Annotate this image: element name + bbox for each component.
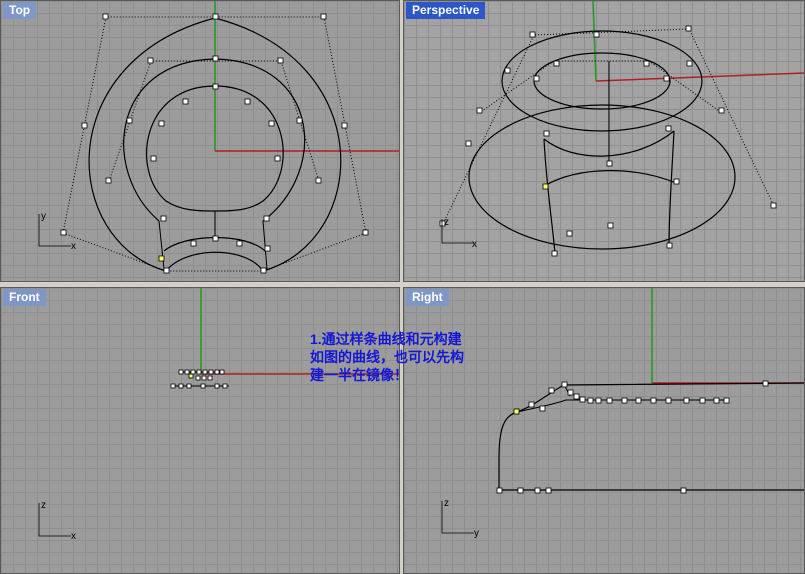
svg-text:z: z	[444, 498, 449, 509]
perspective-view-canvas[interactable]: z x	[404, 1, 804, 281]
selected-point	[542, 183, 549, 190]
svg-text:z: z	[444, 217, 449, 228]
x-axis-line	[595, 72, 804, 82]
viewport-label-front[interactable]: Front	[3, 289, 46, 306]
selected-point	[513, 408, 520, 415]
svg-text:z: z	[41, 500, 46, 511]
svg-text:y: y	[41, 211, 46, 222]
top-view-canvas[interactable]: y x	[1, 1, 399, 281]
viewport-perspective[interactable]: z x Perspective	[403, 0, 805, 282]
svg-text:x: x	[472, 239, 477, 250]
viewport-label-top[interactable]: Top	[3, 2, 37, 19]
svg-text:y: y	[474, 528, 479, 539]
control-points	[439, 25, 777, 257]
viewport-label-right[interactable]: Right	[406, 289, 449, 306]
middle-control-polygon	[108, 60, 320, 182]
annotation-text: 1.通过样条曲线和元构建 如图的曲线，也可以先构 建一半在镜像！	[310, 331, 464, 383]
z-axis-line	[592, 1, 597, 82]
viewport-label-perspective[interactable]: Perspective	[406, 2, 486, 19]
control-points	[496, 380, 769, 494]
middle-curve	[123, 58, 306, 222]
base-curve	[468, 104, 736, 250]
svg-text:x: x	[71, 241, 76, 252]
svg-text:x: x	[71, 531, 76, 542]
selected-point	[188, 373, 194, 379]
control-points	[170, 369, 228, 389]
selected-point	[158, 255, 165, 262]
viewport-top[interactable]: y x Top	[0, 0, 400, 282]
